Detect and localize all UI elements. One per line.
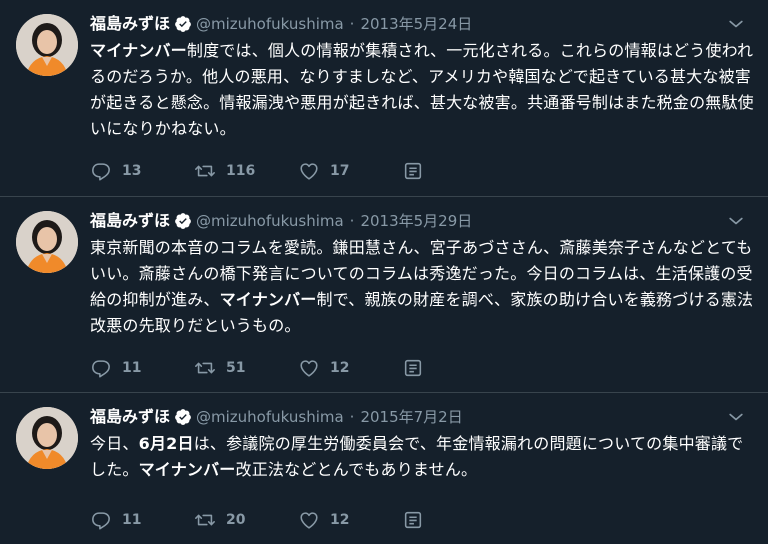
- author-name[interactable]: 福島みずほ: [90, 12, 170, 36]
- like-button[interactable]: 12: [298, 509, 402, 531]
- like-button[interactable]: 12: [298, 357, 402, 379]
- tweet-text-bold[interactable]: マイナンバー: [90, 41, 187, 60]
- tweet-content: 福島みずほ @mizuhofukushima · 2015年7月2日 今日、6月…: [90, 405, 750, 530]
- tweet[interactable]: 福島みずほ @mizuhofukushima · 2013年5月29日 東京新聞…: [0, 197, 768, 393]
- heart-icon: [300, 512, 318, 529]
- tweet-content: 福島みずほ @mizuhofukushima · 2013年5月29日 東京新聞…: [90, 209, 753, 378]
- reply-count: 11: [122, 360, 142, 376]
- reply-button[interactable]: 11: [90, 357, 194, 379]
- tweet-content: 福島みずほ @mizuhofukushima · 2013年5月24日 マイナン…: [90, 12, 754, 181]
- tweet-header: 福島みずほ @mizuhofukushima · 2013年5月24日: [90, 12, 750, 36]
- separator-dot: ·: [349, 212, 355, 230]
- separator-dot: ·: [349, 408, 355, 426]
- tweet-date[interactable]: 2013年5月29日: [360, 209, 472, 233]
- author-name[interactable]: 福島みずほ: [90, 209, 170, 233]
- author-name[interactable]: 福島みずほ: [90, 405, 170, 429]
- retweet-button[interactable]: 116: [194, 160, 298, 182]
- retweet-icon: [195, 514, 215, 526]
- reply-icon: [92, 163, 110, 181]
- chevron-down-icon[interactable]: [726, 14, 746, 34]
- author-handle[interactable]: @mizuhofukushima: [196, 405, 344, 429]
- tweet-date[interactable]: 2013年5月24日: [360, 12, 472, 36]
- like-count: 12: [330, 360, 350, 376]
- tweet-text-segment: 改正法などとんでもありません。: [235, 460, 478, 479]
- reply-count: 11: [122, 512, 142, 528]
- tweet-actions: 13 116 17: [90, 160, 442, 182]
- author-handle[interactable]: @mizuhofukushima: [196, 12, 344, 36]
- tweet-text: マイナンバー制度では、個人の情報が集積され、一元化される。これらの情報はどう使わ…: [90, 38, 755, 142]
- reply-button[interactable]: 13: [90, 160, 194, 182]
- reply-count: 13: [122, 163, 142, 179]
- retweet-icon: [195, 165, 215, 177]
- like-button[interactable]: 17: [298, 160, 402, 182]
- share-button[interactable]: [402, 357, 442, 379]
- heart-icon: [300, 163, 318, 180]
- tweet-date[interactable]: 2015年7月2日: [360, 405, 462, 429]
- tweet-text: 東京新聞の本音のコラムを愛読。鎌田慧さん、宮子あづささん、斎藤美奈子さんなどとて…: [90, 235, 755, 339]
- verified-badge-icon: [175, 16, 191, 32]
- author-handle[interactable]: @mizuhofukushima: [196, 209, 344, 233]
- tweet-header: 福島みずほ @mizuhofukushima · 2013年5月29日: [90, 209, 750, 233]
- timeline: 福島みずほ @mizuhofukushima · 2013年5月24日 マイナン…: [0, 0, 768, 544]
- reply-icon: [92, 360, 110, 378]
- tweet-actions: 11 20 12: [90, 509, 442, 531]
- tweet-text-segment: 今日、: [90, 434, 139, 453]
- message-icon: [404, 511, 422, 529]
- tweet[interactable]: 福島みずほ @mizuhofukushima · 2015年7月2日 今日、6月…: [0, 393, 768, 544]
- reply-icon: [92, 512, 110, 530]
- retweet-icon: [195, 362, 215, 374]
- retweet-count: 51: [226, 360, 246, 376]
- heart-icon: [300, 360, 318, 377]
- tweet-text-bold[interactable]: マイナンバー: [139, 460, 236, 479]
- tweet-text-segment: 制度では、個人の情報が集積され、一元化される。これらの情報はどう使われるのだろう…: [90, 41, 754, 138]
- separator-dot: ·: [349, 15, 355, 33]
- verified-badge-icon: [175, 213, 191, 229]
- like-count: 17: [330, 163, 350, 179]
- avatar[interactable]: [16, 407, 78, 469]
- retweet-button[interactable]: 51: [194, 357, 298, 379]
- chevron-down-icon[interactable]: [726, 211, 746, 231]
- tweet-header: 福島みずほ @mizuhofukushima · 2015年7月2日: [90, 405, 750, 429]
- retweet-button[interactable]: 20: [194, 509, 298, 531]
- avatar[interactable]: [16, 14, 78, 76]
- tweet-actions: 11 51 12: [90, 357, 442, 379]
- chevron-down-icon[interactable]: [726, 407, 746, 427]
- reply-button[interactable]: 11: [90, 509, 194, 531]
- message-icon: [404, 359, 422, 377]
- tweet-text-bold[interactable]: 6月2日: [139, 434, 194, 453]
- share-button[interactable]: [402, 509, 442, 531]
- like-count: 12: [330, 512, 350, 528]
- tweet[interactable]: 福島みずほ @mizuhofukushima · 2013年5月24日 マイナン…: [0, 0, 768, 197]
- message-icon: [404, 162, 422, 180]
- verified-badge-icon: [175, 409, 191, 425]
- tweet-text: 今日、6月2日は、参議院の厚生労働委員会で、年金情報漏れの問題についての集中審議…: [90, 431, 755, 483]
- avatar[interactable]: [16, 211, 78, 273]
- tweet-text-bold[interactable]: マイナンバー: [220, 290, 317, 309]
- share-button[interactable]: [402, 160, 442, 182]
- retweet-count: 116: [226, 163, 256, 179]
- retweet-count: 20: [226, 512, 246, 528]
